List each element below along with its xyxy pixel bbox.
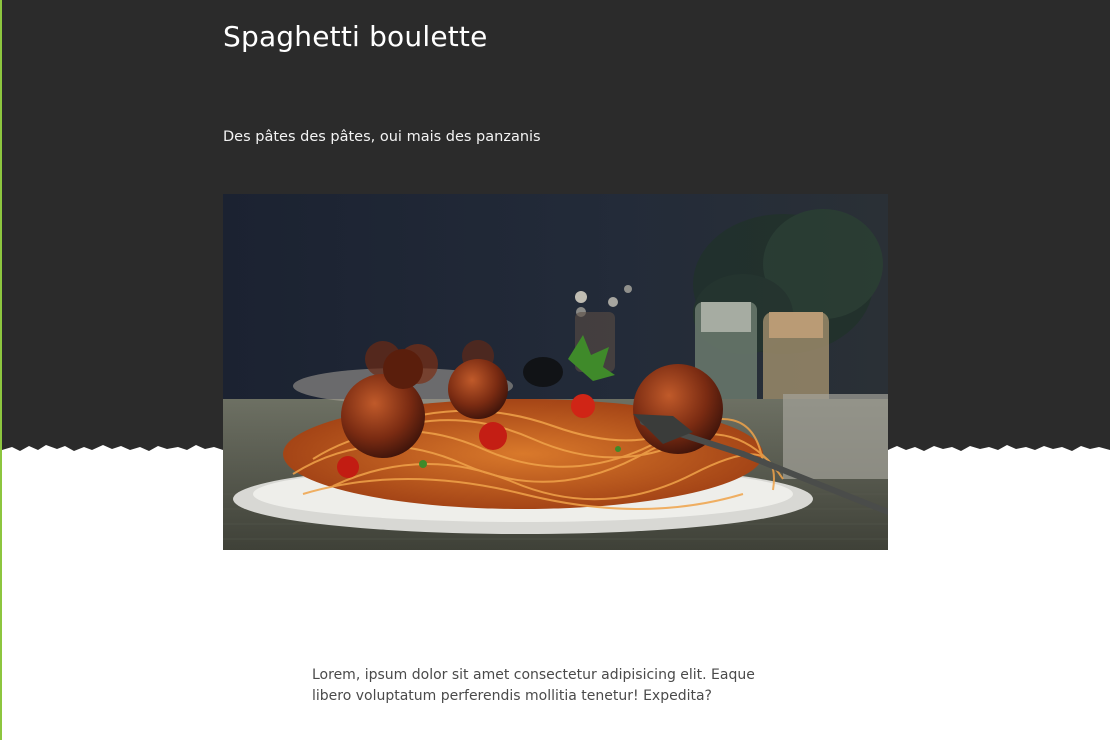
spaghetti-photo	[223, 194, 888, 550]
page-title: Spaghetti boulette	[223, 20, 488, 53]
page-subtitle: Des pâtes des pâtes, oui mais des panzan…	[223, 129, 541, 145]
body-paragraph: Lorem, ipsum dolor sit amet consectetur …	[312, 667, 755, 704]
